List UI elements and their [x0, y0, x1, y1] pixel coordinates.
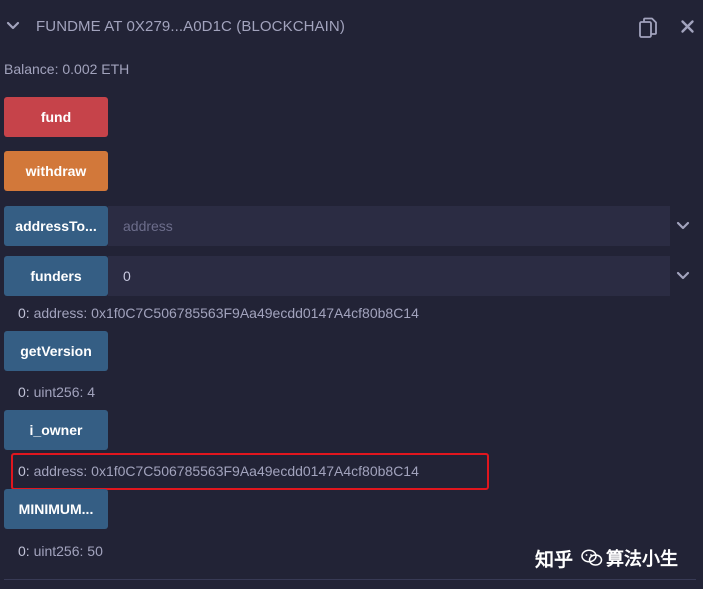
result-value: uint256: 50: [29, 543, 103, 559]
address-to-amount-input[interactable]: [108, 206, 670, 246]
chevron-down-icon[interactable]: [676, 219, 690, 233]
contract-title: FUNDME AT 0X279...A0D1C (BLOCKCHAIN): [36, 18, 345, 35]
result-value: uint256: 4: [29, 384, 96, 400]
close-icon[interactable]: [680, 19, 695, 34]
result-key: 0:: [18, 384, 30, 400]
copy-icon[interactable]: [638, 17, 658, 39]
minimum-usd-button[interactable]: MINIMUM...: [4, 489, 108, 529]
watermark-site: 知乎: [535, 548, 574, 571]
chevron-down-icon[interactable]: [676, 269, 690, 283]
result-key: 0:: [18, 305, 30, 321]
result-key: 0:: [18, 463, 30, 479]
i-owner-result: 0: address: 0x1f0C7C506785563F9Aa49ecdd0…: [18, 463, 419, 479]
result-value: address: 0x1f0C7C506785563F9Aa49ecdd0147…: [29, 463, 419, 479]
result-value: address: 0x1f0C7C506785563F9Aa49ecdd0147…: [29, 305, 419, 321]
fund-button[interactable]: fund: [4, 97, 108, 137]
deployed-contract-panel: FUNDME AT 0X279...A0D1C (BLOCKCHAIN) Bal…: [0, 0, 703, 589]
funders-button[interactable]: funders: [4, 256, 108, 296]
wechat-icon: [581, 549, 603, 566]
chevron-down-icon[interactable]: [6, 19, 20, 33]
withdraw-button[interactable]: withdraw: [4, 151, 108, 191]
address-to-amount-button[interactable]: addressTo...: [4, 206, 108, 246]
contract-header: FUNDME AT 0X279...A0D1C (BLOCKCHAIN): [0, 0, 703, 54]
result-key: 0:: [18, 543, 30, 559]
divider: [4, 579, 696, 580]
funders-result: 0: address: 0x1f0C7C506785563F9Aa49ecdd0…: [18, 305, 419, 321]
get-version-result: 0: uint256: 4: [18, 384, 95, 400]
funders-input[interactable]: [108, 256, 670, 296]
contract-balance: Balance: 0.002 ETH: [4, 61, 130, 77]
minimum-usd-result: 0: uint256: 50: [18, 543, 103, 559]
watermark-author: 算法小生: [606, 549, 679, 570]
get-version-button[interactable]: getVersion: [4, 331, 108, 371]
i-owner-button[interactable]: i_owner: [4, 410, 108, 450]
watermark: 知乎 算法小生: [535, 544, 678, 572]
